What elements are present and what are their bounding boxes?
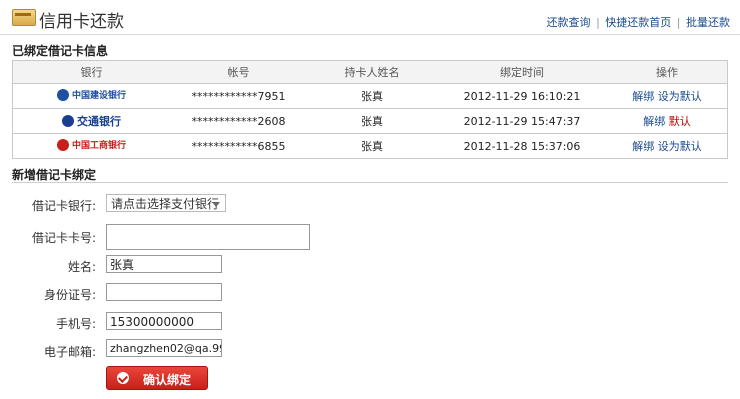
ccb-logo-icon (56, 88, 69, 101)
set-default-link[interactable]: 设为默认 (658, 90, 702, 103)
bind-time-cell: 2012-11-29 16:10:21 (437, 83, 607, 109)
confirm-bind-button[interactable]: 确认绑定 (106, 366, 208, 390)
checkmark-icon (117, 372, 129, 384)
table-row: 中国工商银行 ************6855 张真 2012-11-28 15… (12, 133, 728, 159)
bank-logo: 交通银行 (62, 113, 121, 129)
bank-logo: 中国建设银行 (56, 88, 126, 102)
name-input[interactable]: 张真 (106, 255, 222, 273)
bind-time-cell: 2012-11-28 15:37:06 (437, 133, 607, 159)
column-header-operation: 操作 (607, 60, 728, 84)
holder-cell: 张真 (307, 133, 437, 159)
table-row: 中国建设银行 ************7951 张真 2012-11-29 16… (12, 83, 728, 109)
phone-input[interactable]: 15300000000 (106, 312, 222, 330)
link-separator: | (676, 16, 681, 29)
batch-repayment-link[interactable]: 批量还款 (686, 16, 730, 29)
card-number-input[interactable] (106, 224, 310, 250)
name-label: 姓名: (67, 260, 96, 274)
icbc-logo-icon (56, 138, 69, 151)
top-links: 还款查询 | 快捷还款首页 | 批量还款 (547, 14, 730, 30)
email-input[interactable]: zhangzhen02@qa.99bill.c (106, 339, 222, 357)
set-default-link[interactable]: 设为默认 (658, 140, 702, 153)
bank-name: 中国工商银行 (71, 141, 126, 152)
confirm-bind-label: 确认绑定 (143, 373, 192, 387)
bank-cell: 中国工商银行 (12, 133, 170, 159)
operation-cell: 解绑 默认 (607, 108, 728, 134)
bank-name: 中国建设银行 (71, 91, 126, 102)
holder-cell: 张真 (307, 83, 437, 109)
credit-card-icon (12, 9, 36, 26)
bocom-logo-icon (62, 114, 74, 127)
card-number-label: 借记卡卡号: (31, 231, 96, 245)
page-title: 信用卡还款 (39, 12, 124, 32)
bank-cell: 中国建设银行 (12, 83, 170, 109)
account-cell: ************6855 (170, 133, 307, 159)
column-header-holder: 持卡人姓名 (307, 60, 437, 84)
quick-repayment-home-link[interactable]: 快捷还款首页 (605, 16, 671, 29)
bind-time-cell: 2012-11-29 15:47:37 (437, 108, 607, 134)
unbind-link[interactable]: 解绑 (632, 140, 654, 153)
column-header-bank: 银行 (12, 60, 170, 84)
default-label: 默认 (668, 115, 691, 128)
bank-name: 交通银行 (77, 114, 121, 128)
bank-select-value: 请点击选择支付银行 (111, 197, 220, 211)
bank-select[interactable]: 请点击选择支付银行 (106, 194, 226, 212)
link-separator: | (596, 16, 600, 29)
table-header-row: 银行 帐号 持卡人姓名 绑定时间 操作 (12, 60, 728, 84)
bound-cards-title: 已绑定借记卡信息 (12, 44, 109, 58)
repayment-query-link[interactable]: 还款查询 (547, 16, 591, 29)
email-label: 电子邮箱: (43, 345, 96, 359)
bank-cell: 交通银行 (12, 108, 170, 134)
unbind-link[interactable]: 解绑 (632, 90, 654, 103)
bank-select-label: 借记卡银行: (31, 199, 96, 213)
column-header-account: 帐号 (170, 60, 307, 84)
account-cell: ************7951 (170, 83, 307, 109)
chevron-down-icon (212, 202, 220, 207)
id-number-label: 身份证号: (43, 288, 96, 302)
column-header-bind-time: 绑定时间 (437, 60, 607, 84)
page-header: 信用卡还款 还款查询 | 快捷还款首页 | 批量还款 (0, 0, 740, 35)
bank-logo: 中国工商银行 (56, 138, 126, 152)
new-card-title: 新增借记卡绑定 (12, 168, 97, 182)
table-row: 交通银行 ************2608 张真 2012-11-29 15:4… (12, 108, 728, 134)
bound-cards-table: 银行 帐号 持卡人姓名 绑定时间 操作 中国建设银行 ************7… (12, 60, 728, 159)
operation-cell: 解绑 设为默认 (607, 83, 728, 109)
account-cell: ************2608 (170, 108, 307, 134)
operation-cell: 解绑 设为默认 (607, 133, 728, 159)
phone-label: 手机号: (55, 317, 96, 331)
holder-cell: 张真 (307, 108, 437, 134)
unbind-link[interactable]: 解绑 (643, 115, 665, 128)
section-divider (12, 182, 728, 183)
id-number-input[interactable] (106, 283, 222, 301)
